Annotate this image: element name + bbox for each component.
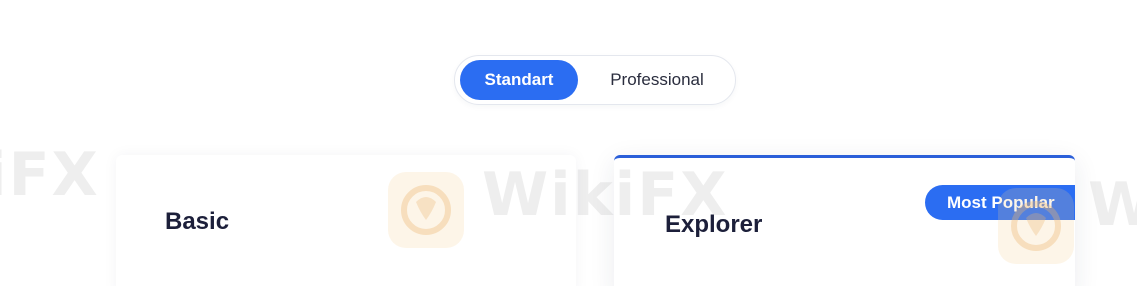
plan-card-explorer: Explorer Most Popular (614, 155, 1075, 286)
toggle-standart-button[interactable]: Standart (460, 60, 578, 100)
plan-title-basic: Basic (165, 208, 230, 235)
plan-card-basic: Basic (116, 155, 576, 286)
plan-title-explorer: Explorer (665, 211, 763, 238)
most-popular-badge: Most Popular (925, 185, 1075, 220)
pricing-section: Standart Professional Basic Explorer Mos… (0, 0, 1137, 286)
toggle-professional-button[interactable]: Professional (595, 60, 719, 100)
plan-toggle: Standart Professional (454, 55, 736, 105)
watermark-text-right: W (1088, 170, 1137, 240)
watermark-text-left: iFX (0, 140, 100, 210)
